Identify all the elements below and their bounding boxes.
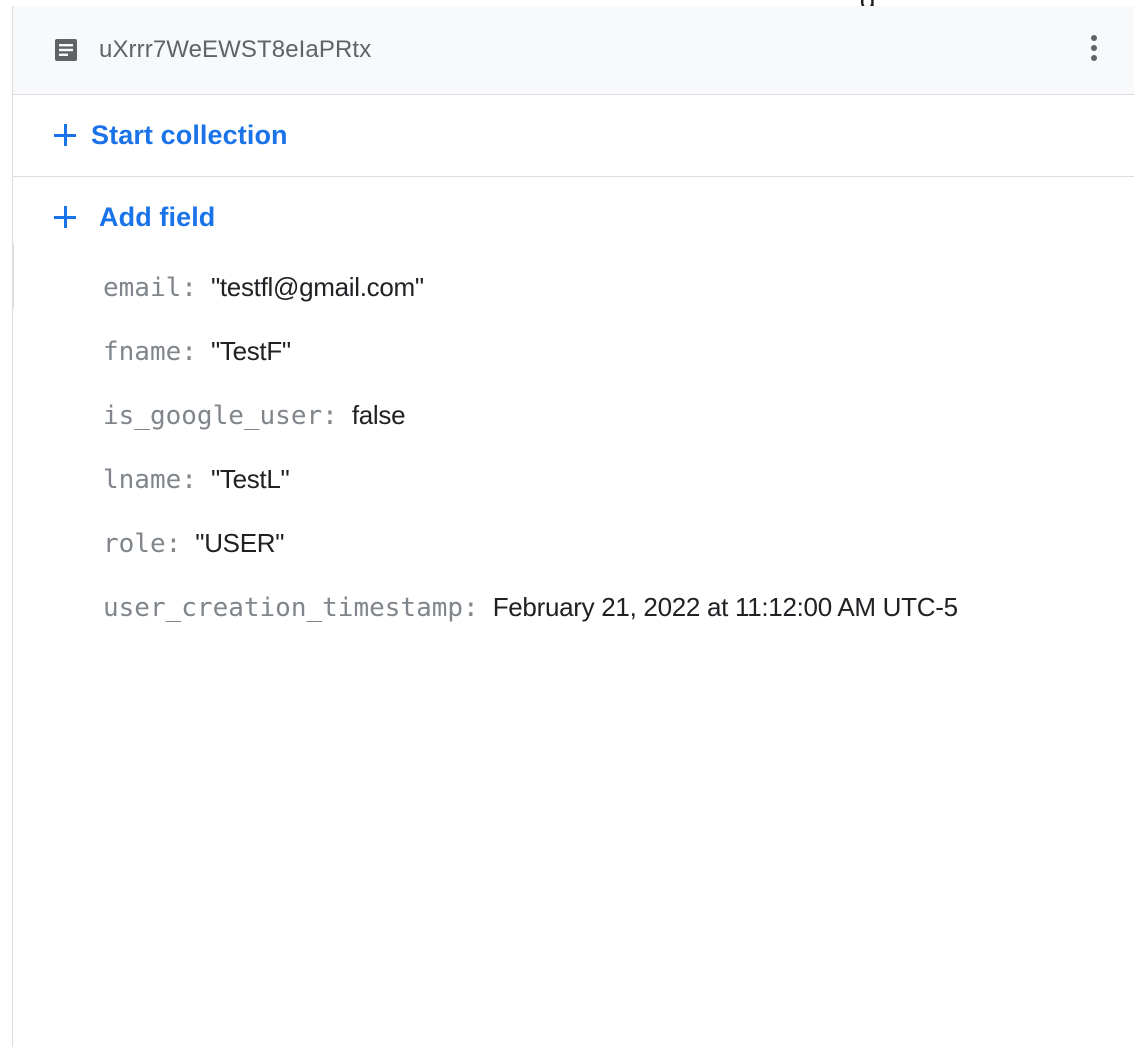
field-list: email: "testfl@gmail.com" fname: "TestF"… (103, 272, 958, 656)
field-row-is-google-user[interactable]: is_google_user: false (103, 400, 958, 464)
field-separator: : (181, 465, 197, 495)
field-key: role (103, 529, 166, 559)
field-value: "USER" (195, 528, 285, 558)
plus-icon (53, 205, 77, 229)
field-row-role[interactable]: role: "USER" (103, 528, 958, 592)
start-collection-row: Start collection (13, 95, 1134, 177)
field-separator: : (181, 273, 197, 303)
field-key: is_google_user (103, 401, 323, 431)
field-key: email (103, 273, 182, 303)
field-separator: : (165, 529, 182, 559)
more-vert-icon-dot (1091, 55, 1097, 61)
field-separator: : (463, 593, 479, 623)
field-value: "TestF" (210, 336, 291, 366)
more-vert-icon-dot (1091, 45, 1097, 51)
field-value: February 21, 2022 at 11:12:00 AM UTC-5 (492, 592, 958, 622)
more-options-button[interactable] (1074, 28, 1114, 68)
document-icon (55, 39, 77, 61)
field-separator: : (181, 337, 197, 367)
field-value: "testfl@gmail.com" (210, 272, 424, 302)
document-header: uXrrr7WeEWST8eIaPRtx (13, 6, 1134, 95)
start-collection-button[interactable]: Start collection (53, 119, 288, 151)
divider (13, 243, 14, 309)
more-vert-icon (1091, 35, 1097, 41)
add-field-label: Add field (99, 202, 216, 232)
field-key: user_creation_timestamp (103, 593, 464, 623)
field-row-email[interactable]: email: "testfl@gmail.com" (103, 272, 958, 336)
start-collection-label: Start collection (91, 120, 288, 150)
add-field-button[interactable]: Add field (53, 201, 215, 233)
add-field-row: Add field (13, 177, 1134, 257)
field-key: fname (103, 337, 182, 367)
plus-icon (53, 123, 77, 147)
field-row-fname[interactable]: fname: "TestF" (103, 336, 958, 400)
field-row-lname[interactable]: lname: "TestL" (103, 464, 958, 528)
field-separator: : (322, 401, 338, 431)
document-panel: uXrrr7WeEWST8eIaPRtx Start collection Ad… (12, 6, 1134, 1047)
field-value: "TestL" (210, 464, 290, 494)
field-row-user-creation-timestamp[interactable]: user_creation_timestamp: February 21, 20… (103, 592, 958, 656)
field-key: lname (103, 465, 182, 495)
field-value: false (351, 400, 406, 430)
document-id-title: uXrrr7WeEWST8eIaPRtx (99, 36, 372, 63)
